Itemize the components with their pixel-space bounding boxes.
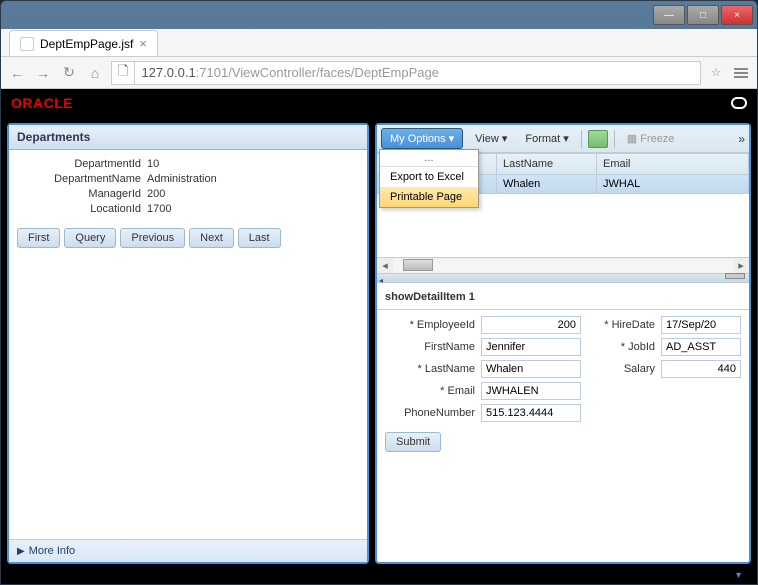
browser-navbar: ← → ↻ ⌂ 🗋 127.0.0.1:7101/ViewController/… xyxy=(1,57,757,89)
oracle-logo: ORACLE xyxy=(11,95,73,111)
oracle-header: ORACLE xyxy=(1,89,757,117)
input-hiredate[interactable] xyxy=(661,316,741,334)
cell-lastname: Whalen xyxy=(497,175,597,193)
employees-panel: My Options▾ View▾ Format▾ ▦ Freeze » ...… xyxy=(375,123,751,564)
footer-collapse-icon[interactable]: ▾ xyxy=(736,570,741,581)
input-lastname[interactable] xyxy=(481,360,581,378)
label-firstname: FirstName xyxy=(385,341,475,353)
table-toolbar: My Options▾ View▾ Format▾ ▦ Freeze » ...… xyxy=(377,125,749,153)
previous-button[interactable]: Previous xyxy=(120,228,185,248)
hamburger-icon[interactable] xyxy=(731,63,751,83)
url-path: /ViewController/faces/DeptEmpPage xyxy=(228,65,439,80)
url-port: :7101 xyxy=(196,65,229,80)
splitter-bar[interactable]: ◂ xyxy=(377,273,749,283)
cell-email: JWHAL xyxy=(597,175,749,193)
dropdown-dots: ... xyxy=(380,150,478,167)
more-info-label: More Info xyxy=(29,545,75,557)
bookmark-icon[interactable]: ☆ xyxy=(707,66,725,79)
table-col-lastname[interactable]: LastName xyxy=(497,154,597,174)
my-options-label: My Options xyxy=(390,133,446,145)
first-button[interactable]: First xyxy=(17,228,60,248)
format-label: Format xyxy=(525,133,560,145)
next-button[interactable]: Next xyxy=(189,228,234,248)
minimize-button[interactable]: — xyxy=(653,5,685,25)
freeze-button[interactable]: ▦ Freeze xyxy=(621,130,681,147)
printable-page-item[interactable]: Printable Page xyxy=(380,187,478,207)
footer-bar: ▾ xyxy=(1,570,757,584)
label-hiredate: * HireDate xyxy=(587,319,655,331)
label-employeeid: * EmployeeId xyxy=(385,319,475,331)
horizontal-scrollbar[interactable]: ◂ ▸ xyxy=(377,257,749,273)
last-button[interactable]: Last xyxy=(238,228,281,248)
input-employeeid[interactable] xyxy=(481,316,581,334)
value-deptname: Administration xyxy=(147,173,217,185)
value-locationid: 1700 xyxy=(147,203,171,215)
separator xyxy=(614,130,615,148)
scroll-right-icon[interactable]: ▸ xyxy=(733,259,749,272)
label-jobid: * JobId xyxy=(587,341,655,353)
url-host: 127.0.0.1 xyxy=(141,65,195,80)
forward-button[interactable]: → xyxy=(33,63,53,83)
label-phone: PhoneNumber xyxy=(385,407,475,419)
label-deptid: DepartmentId xyxy=(17,158,147,170)
table-col-email[interactable]: Email xyxy=(597,154,749,174)
tab-title: DeptEmpPage.jsf xyxy=(40,37,133,51)
chevron-down-icon: ▾ xyxy=(563,132,569,145)
reload-button[interactable]: ↻ xyxy=(59,63,79,83)
scroll-track[interactable] xyxy=(393,259,733,273)
scroll-thumb[interactable] xyxy=(403,259,433,271)
chevron-down-icon: ▾ xyxy=(449,132,455,145)
input-email[interactable] xyxy=(481,382,581,400)
tab-close-icon[interactable]: × xyxy=(139,36,147,51)
browser-tab[interactable]: DeptEmpPage.jsf × xyxy=(9,30,158,56)
label-lastname: * LastName xyxy=(385,363,475,375)
format-menu[interactable]: Format▾ xyxy=(519,129,574,148)
value-deptid: 10 xyxy=(147,158,159,170)
scroll-left-icon[interactable]: ◂ xyxy=(377,259,393,272)
freeze-label: Freeze xyxy=(640,133,674,145)
query-button[interactable]: Query xyxy=(64,228,116,248)
submit-button[interactable]: Submit xyxy=(385,432,441,452)
browser-tabstrip: DeptEmpPage.jsf × xyxy=(1,29,757,57)
oracle-o-icon xyxy=(731,97,747,109)
chevron-right-icon: ▶ xyxy=(17,546,25,557)
departments-panel: Departments DepartmentId10 DepartmentNam… xyxy=(7,123,369,564)
home-button[interactable]: ⌂ xyxy=(85,63,105,83)
window-titlebar: — □ × xyxy=(1,1,757,29)
detail-form: * EmployeeId * HireDate FirstName * JobI… xyxy=(377,310,749,428)
more-info-expander[interactable]: ▶ More Info xyxy=(9,539,367,562)
detail-title: showDetailItem 1 xyxy=(377,283,749,310)
value-managerid: 200 xyxy=(147,188,165,200)
detach-icon[interactable] xyxy=(588,130,608,148)
export-excel-item[interactable]: Export to Excel xyxy=(380,167,478,187)
label-salary: Salary xyxy=(587,363,655,375)
label-locationid: LocationId xyxy=(17,203,147,215)
collapse-left-icon: ◂ xyxy=(379,276,383,285)
page-icon xyxy=(20,37,34,51)
view-label: View xyxy=(475,133,499,145)
label-managerid: ManagerId xyxy=(17,188,147,200)
departments-title: Departments xyxy=(9,125,367,150)
grip-icon xyxy=(725,273,745,279)
file-icon: 🗋 xyxy=(118,62,128,84)
input-jobid[interactable] xyxy=(661,338,741,356)
my-options-dropdown: ... Export to Excel Printable Page xyxy=(379,149,479,208)
input-salary[interactable] xyxy=(661,360,741,378)
view-menu[interactable]: View▾ xyxy=(469,129,513,148)
chevron-down-icon: ▾ xyxy=(502,132,508,145)
label-email: * Email xyxy=(385,385,475,397)
input-firstname[interactable] xyxy=(481,338,581,356)
input-phone[interactable] xyxy=(481,404,581,422)
separator xyxy=(581,130,582,148)
label-deptname: DepartmentName xyxy=(17,173,147,185)
maximize-button[interactable]: □ xyxy=(687,5,719,25)
back-button[interactable]: ← xyxy=(7,63,27,83)
overflow-icon[interactable]: » xyxy=(738,132,745,146)
close-button[interactable]: × xyxy=(721,5,753,25)
my-options-button[interactable]: My Options▾ xyxy=(381,128,463,149)
url-bar[interactable]: 🗋 127.0.0.1:7101/ViewController/faces/De… xyxy=(111,61,701,85)
